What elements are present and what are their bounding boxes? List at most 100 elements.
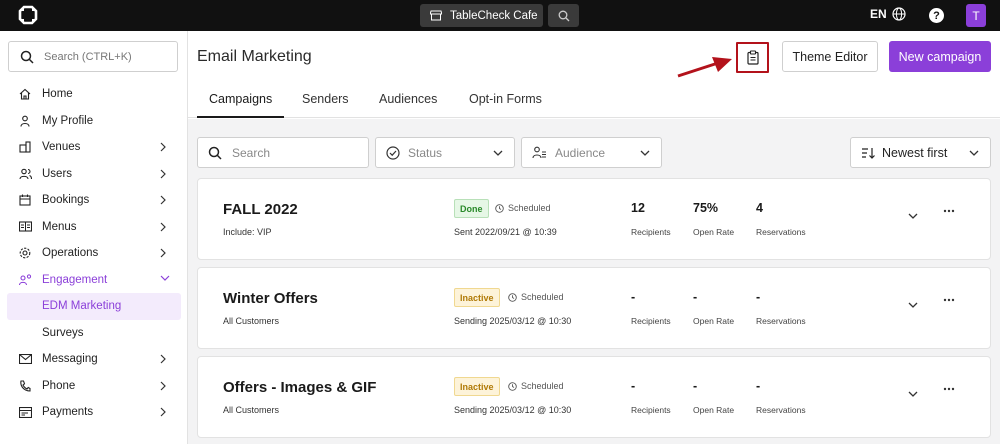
sidebar-item-venues[interactable]: Venues bbox=[0, 134, 188, 161]
campaign-audience: Include: VIP bbox=[223, 227, 272, 237]
tab-opt-in-forms[interactable]: Opt-in Forms bbox=[469, 92, 542, 106]
tab-senders[interactable]: Senders bbox=[302, 92, 349, 106]
sidebar-item-bookings[interactable]: Bookings bbox=[0, 187, 188, 214]
sidebar-item-engagement[interactable]: Engagement bbox=[0, 267, 188, 294]
more-options-icon[interactable] bbox=[943, 387, 955, 391]
chevron-down-icon[interactable] bbox=[908, 302, 918, 308]
sidebar-item-phone[interactable]: Phone bbox=[0, 373, 188, 400]
schedule-text: Scheduled bbox=[521, 381, 564, 391]
search-icon bbox=[20, 50, 34, 64]
sidebar-item-my-profile[interactable]: My Profile bbox=[0, 108, 188, 135]
open-rate-value: - bbox=[693, 290, 698, 304]
reservations-label: Reservations bbox=[756, 227, 806, 237]
sort-select[interactable]: Newest first bbox=[850, 137, 991, 168]
status-filter-select[interactable]: Status bbox=[375, 137, 515, 168]
tab-campaigns[interactable]: Campaigns bbox=[209, 92, 272, 106]
person-icon bbox=[18, 114, 32, 128]
sidebar-search-input[interactable]: Search (CTRL+K) bbox=[8, 41, 178, 72]
clock-icon bbox=[508, 381, 517, 391]
sidebar-item-label: Operations bbox=[42, 247, 99, 260]
campaign-search-input[interactable]: Search bbox=[197, 137, 369, 168]
more-options-icon[interactable] bbox=[943, 209, 955, 213]
chevron-right-icon bbox=[160, 381, 166, 390]
clipboard-button[interactable] bbox=[736, 42, 769, 73]
mail-icon bbox=[18, 352, 32, 366]
chevron-right-icon bbox=[160, 142, 166, 152]
sidebar-item-payments[interactable]: Payments bbox=[0, 399, 188, 426]
theme-editor-button[interactable]: Theme Editor bbox=[782, 41, 878, 72]
tablecheck-logo-icon[interactable] bbox=[17, 4, 39, 26]
tab-bar: Campaigns Senders Audiences Opt-in Forms bbox=[188, 84, 1000, 118]
page-title: Email Marketing bbox=[197, 48, 312, 65]
active-tab-indicator bbox=[197, 116, 284, 118]
open-rate-label: Open Rate bbox=[693, 405, 735, 415]
reservations-value: - bbox=[756, 379, 761, 393]
sidebar-item-home[interactable]: Home bbox=[0, 81, 188, 108]
recipients-value: 12 bbox=[631, 201, 645, 215]
store-icon bbox=[430, 10, 442, 21]
sidebar-item-surveys[interactable]: Surveys bbox=[0, 320, 188, 347]
sidebar-item-label: Bookings bbox=[42, 194, 90, 207]
more-options-icon[interactable] bbox=[943, 298, 955, 302]
reservations-value: - bbox=[756, 290, 761, 304]
menu-book-icon bbox=[18, 220, 32, 234]
chevron-down-icon[interactable] bbox=[908, 391, 918, 397]
audience-filter-select[interactable]: Audience bbox=[521, 137, 662, 168]
payments-icon bbox=[18, 405, 32, 419]
sidebar-item-label: Venues bbox=[42, 141, 81, 154]
avatar[interactable]: T bbox=[966, 4, 986, 27]
reservations-label: Reservations bbox=[756, 316, 806, 326]
calendar-icon bbox=[18, 193, 32, 207]
language-label: EN bbox=[870, 7, 887, 21]
sidebar-item-operations[interactable]: Operations bbox=[0, 240, 188, 267]
schedule-label: Scheduled bbox=[508, 292, 564, 302]
language-selector[interactable]: EN bbox=[870, 7, 906, 21]
campaign-card[interactable]: Winter Offers All Customers Inactive Sch… bbox=[197, 267, 991, 349]
venue-icon bbox=[18, 140, 32, 154]
users-icon bbox=[18, 167, 32, 181]
help-icon[interactable]: ? bbox=[929, 8, 944, 23]
recipients-value: - bbox=[631, 379, 636, 393]
campaign-card[interactable]: FALL 2022 Include: VIP Done Scheduled Se… bbox=[197, 178, 991, 260]
chevron-right-icon bbox=[160, 354, 166, 364]
open-rate-value: 75% bbox=[693, 201, 719, 215]
status-badge: Done bbox=[454, 199, 489, 218]
status-badge: Inactive bbox=[454, 288, 500, 307]
campaign-card[interactable]: Offers - Images & GIF All Customers Inac… bbox=[197, 356, 991, 438]
sidebar-item-edm-marketing[interactable]: EDM Marketing bbox=[7, 293, 181, 320]
new-campaign-button[interactable]: New campaign bbox=[889, 41, 991, 72]
open-rate-label: Open Rate bbox=[693, 227, 735, 237]
venue-selector[interactable]: TableCheck Cafe bbox=[420, 4, 543, 27]
recipients-value: - bbox=[631, 290, 636, 304]
open-rate-value: - bbox=[693, 379, 698, 393]
sidebar: Search (CTRL+K) Home My Profile Venues U… bbox=[0, 31, 188, 444]
audience-icon bbox=[532, 146, 546, 159]
sidebar-search-placeholder: Search (CTRL+K) bbox=[44, 50, 132, 63]
chevron-down-icon bbox=[493, 150, 503, 156]
audience-filter-label: Audience bbox=[555, 145, 606, 160]
top-search-button[interactable] bbox=[548, 4, 579, 27]
main-content: Email Marketing Theme Editor New campaig… bbox=[188, 31, 1000, 444]
campaign-title[interactable]: Offers - Images & GIF bbox=[223, 379, 376, 396]
sidebar-item-label: EDM Marketing bbox=[42, 300, 122, 313]
sidebar-item-menus[interactable]: Menus bbox=[0, 214, 188, 241]
chevron-down-icon[interactable] bbox=[908, 213, 918, 219]
engagement-icon bbox=[18, 273, 32, 287]
campaign-audience: All Customers bbox=[223, 405, 280, 415]
status-badge: Inactive bbox=[454, 377, 500, 396]
sort-label: Newest first bbox=[882, 145, 948, 160]
chevron-right-icon bbox=[160, 222, 166, 231]
campaign-title[interactable]: FALL 2022 bbox=[223, 201, 298, 218]
top-bar: TableCheck Cafe EN ? T bbox=[0, 0, 1000, 31]
sidebar-item-users[interactable]: Users bbox=[0, 161, 188, 188]
search-icon bbox=[558, 10, 569, 21]
sidebar-item-label: Surveys bbox=[42, 326, 84, 339]
check-circle-icon bbox=[386, 145, 400, 160]
sidebar-item-messaging[interactable]: Messaging bbox=[0, 346, 188, 373]
campaign-title[interactable]: Winter Offers bbox=[223, 290, 318, 307]
sidebar-item-label: Engagement bbox=[42, 273, 108, 286]
schedule-label: Scheduled bbox=[495, 203, 551, 213]
tab-audiences[interactable]: Audiences bbox=[379, 92, 437, 106]
reservations-label: Reservations bbox=[756, 405, 806, 415]
recipients-label: Recipients bbox=[631, 405, 671, 415]
